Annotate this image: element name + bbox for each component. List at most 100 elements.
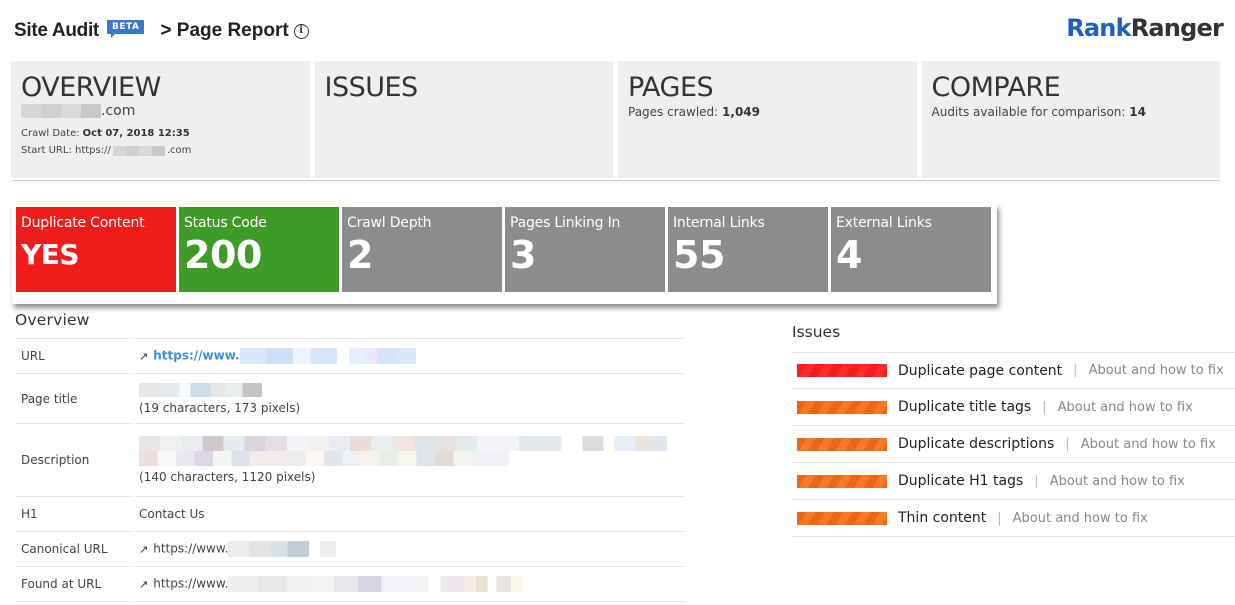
divider (11, 180, 1220, 181)
metric-label: Duplicate Content (21, 215, 145, 231)
metric-pages-linking-in: Pages Linking In 3 (505, 207, 665, 292)
rankranger-logo[interactable]: RankRanger (1066, 14, 1224, 42)
issues-list: Duplicate page content | About and how t… (792, 352, 1235, 537)
severity-bar-medium (797, 437, 887, 451)
crawl-date: Crawl Date: Oct 07, 2018 12:35 (21, 128, 300, 139)
issue-row: Thin content | About and how to fix (792, 500, 1235, 537)
metric-label: External Links (836, 215, 932, 231)
table-row-h1: H1 Contact Us (15, 496, 685, 532)
table-row-description: Description (140 characters, 1120 pixels… (15, 423, 685, 497)
external-link-icon[interactable]: ↗ (139, 350, 148, 363)
metrics-panel: Duplicate Content YES Status Code 200 Cr… (12, 204, 997, 304)
metric-label: Pages Linking In (510, 215, 621, 231)
card-pages-title: PAGES (628, 72, 714, 103)
row-value: ↗ https://www. (134, 531, 685, 567)
separator: | (1042, 399, 1047, 415)
metric-external-links: External Links 4 (831, 207, 991, 292)
card-issues-title: ISSUES (324, 72, 419, 103)
row-key: Description (15, 423, 135, 497)
card-compare[interactable]: COMPARE Audits available for comparison:… (921, 61, 1220, 178)
issue-row: Duplicate title tags | About and how to … (792, 389, 1235, 426)
beta-badge: BETA (106, 20, 145, 38)
canonical-url-link[interactable]: https://www. (153, 542, 228, 556)
severity-bar-medium (797, 400, 887, 414)
severity-bar-medium (797, 511, 887, 525)
audits-available-value: 14 (1129, 105, 1146, 119)
metric-value: 2 (347, 233, 373, 277)
redacted-url (228, 576, 524, 592)
start-url: Start URL: https:// .com (21, 145, 300, 156)
card-compare-title: COMPARE (931, 72, 1061, 103)
redacted-domain (21, 104, 101, 118)
card-issues[interactable]: ISSUES (314, 61, 613, 178)
metric-label: Crawl Depth (347, 215, 432, 231)
description-length: (140 characters, 1120 pixels) (139, 470, 316, 484)
issue-name[interactable]: Thin content (898, 510, 986, 526)
site-domain: .com (21, 103, 300, 119)
row-key: Found at URL (15, 566, 135, 602)
about-fix-link[interactable]: About and how to fix (1089, 363, 1224, 378)
table-row-url: URL ↗ https://www. (15, 338, 685, 374)
card-overview[interactable]: OVERVIEW .com Crawl Date: Oct 07, 2018 1… (11, 61, 310, 178)
metric-value: 200 (184, 233, 262, 277)
issue-name[interactable]: Duplicate title tags (898, 399, 1031, 415)
issue-name[interactable]: Duplicate page content (898, 363, 1062, 379)
row-key: H1 (15, 496, 135, 532)
row-value: (19 characters, 173 pixels) (134, 373, 685, 424)
metric-status-code: Status Code 200 (179, 207, 339, 292)
severity-bar-high (797, 364, 887, 377)
site-audit-link[interactable]: Site Audit (14, 20, 99, 42)
pages-crawled-value: 1,049 (722, 105, 760, 119)
row-key: Page title (15, 373, 135, 424)
about-fix-link[interactable]: About and how to fix (1050, 474, 1185, 489)
metric-value: 55 (673, 233, 725, 277)
overview-table: URL ↗ https://www. Page title (19 charact… (15, 338, 685, 602)
redacted-url (239, 348, 416, 364)
overview-section-title: Overview (15, 311, 90, 329)
about-fix-link[interactable]: About and how to fix (1081, 437, 1216, 452)
start-url-suffix: .com (166, 145, 192, 156)
redacted-start-url (112, 145, 165, 156)
pages-crawled: Pages crawled: 1,049 (628, 105, 907, 119)
metric-duplicate-content: Duplicate Content YES (16, 207, 176, 292)
metric-internal-links: Internal Links 55 (668, 207, 828, 292)
redacted-url (228, 541, 337, 557)
audits-available-label: Audits available for comparison: (931, 105, 1126, 119)
separator: | (1065, 436, 1070, 452)
summary-cards: OVERVIEW .com Crawl Date: Oct 07, 2018 1… (11, 61, 1220, 178)
row-value: (140 characters, 1120 pixels) (134, 423, 685, 497)
external-link-icon[interactable]: ↗ (139, 578, 148, 591)
domain-suffix: .com (101, 103, 136, 119)
about-fix-link[interactable]: About and how to fix (1058, 400, 1193, 415)
external-link-icon[interactable]: ↗ (139, 543, 148, 556)
card-pages[interactable]: PAGES Pages crawled: 1,049 (618, 61, 917, 178)
start-url-label: Start URL: https:// (21, 145, 111, 156)
crawl-date-value: Oct 07, 2018 12:35 (82, 128, 190, 139)
redacted-description-line2 (139, 451, 509, 466)
issue-name[interactable]: Duplicate descriptions (898, 436, 1054, 452)
separator: | (997, 510, 1002, 526)
separator: | (1073, 363, 1078, 378)
metric-label: Internal Links (673, 215, 765, 231)
page-url-link[interactable]: https://www. (153, 349, 239, 363)
issues-section-title: Issues (792, 323, 841, 341)
table-row-canonical-url: Canonical URL ↗ https://www. (15, 531, 685, 567)
audits-available: Audits available for comparison: 14 (932, 105, 1211, 119)
row-key: URL (15, 338, 135, 374)
row-value: ↗ https://www. (134, 566, 685, 602)
about-fix-link[interactable]: About and how to fix (1013, 511, 1148, 526)
severity-bar-medium (797, 474, 887, 488)
issue-row: Duplicate H1 tags | About and how to fix (792, 463, 1235, 500)
issue-row: Duplicate descriptions | About and how t… (792, 426, 1235, 463)
issue-name[interactable]: Duplicate H1 tags (898, 473, 1023, 489)
row-value: ↗ https://www. (134, 338, 685, 374)
found-at-url-link[interactable]: https://www. (153, 577, 228, 591)
table-row-page-title: Page title (19 characters, 173 pixels) (15, 373, 685, 424)
metric-label: Status Code (184, 215, 267, 231)
page-title-length: (19 characters, 173 pixels) (139, 400, 301, 415)
redacted-description-line1 (139, 436, 667, 451)
info-icon[interactable]: i (293, 23, 309, 39)
metric-value: YES (21, 238, 80, 271)
metric-value: 3 (510, 233, 536, 277)
issue-row: Duplicate page content | About and how t… (792, 352, 1235, 389)
